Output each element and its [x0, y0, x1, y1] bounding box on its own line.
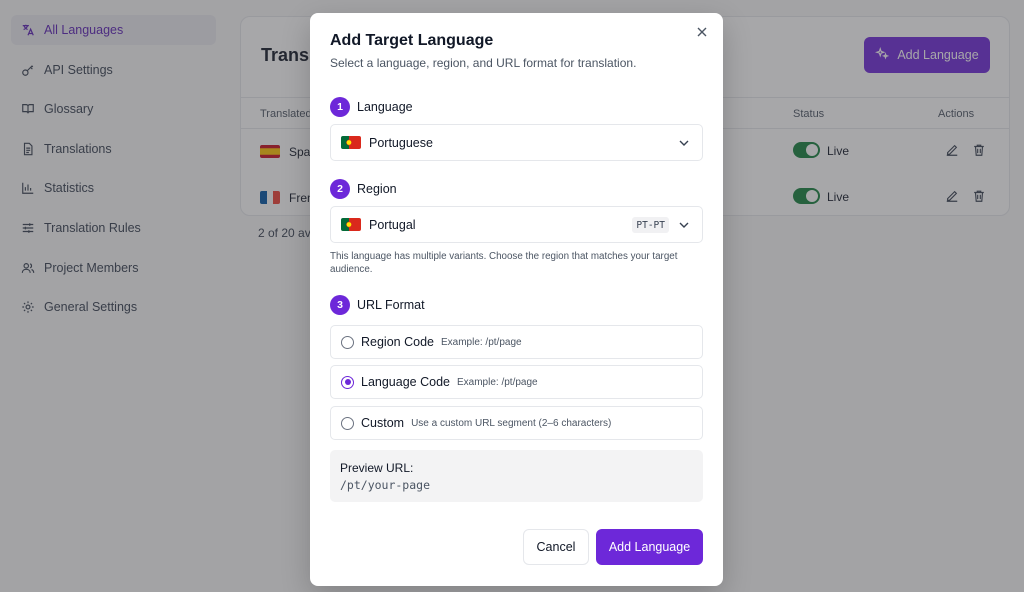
preview-label: Preview URL:	[340, 461, 414, 475]
preview-value: /pt/your-page	[340, 478, 431, 492]
option-label: Custom	[361, 416, 405, 430]
cancel-button[interactable]: Cancel	[523, 529, 589, 565]
language-select[interactable]: Portuguese	[330, 124, 703, 161]
step-url-format: 3 URL Format	[330, 295, 425, 315]
radio-button[interactable]	[341, 335, 354, 349]
option-example: Example: /pt/page	[456, 376, 538, 388]
url-option-region-code[interactable]: Region Code Example: /pt/page	[330, 325, 703, 359]
region-code-badge: PT-PT	[632, 217, 669, 233]
step-language: 1 Language	[330, 97, 413, 117]
preview-url-box: Preview URL: /pt/your-page	[330, 450, 703, 502]
option-example: Use a custom URL segment (2–6 characters…	[411, 417, 612, 429]
step-label: Language	[357, 100, 413, 114]
option-example: Example: /pt/page	[440, 336, 522, 348]
add-language-modal: Add Target Language Select a language, r…	[310, 13, 723, 586]
step-region: 2 Region	[330, 179, 397, 199]
url-option-language-code[interactable]: Language Code Example: /pt/page	[330, 365, 703, 399]
region-value: Portugal	[369, 217, 416, 232]
step-number: 3	[330, 295, 350, 315]
step-number: 2	[330, 179, 350, 199]
chevron-down-icon	[678, 137, 690, 149]
region-select[interactable]: Portugal PT-PT	[330, 206, 703, 243]
modal-subtitle: Select a language, region, and URL forma…	[330, 56, 637, 70]
region-hint: This language has multiple variants. Cho…	[330, 251, 678, 275]
add-language-submit-button[interactable]: Add Language	[596, 529, 703, 565]
url-option-custom[interactable]: Custom Use a custom URL segment (2–6 cha…	[330, 406, 703, 440]
portugal-flag-icon	[341, 136, 361, 149]
close-icon[interactable]	[695, 25, 709, 39]
radio-button-selected[interactable]	[341, 375, 354, 389]
language-value: Portuguese	[369, 135, 433, 150]
step-number: 1	[330, 97, 350, 117]
step-label: Region	[357, 182, 397, 196]
radio-button[interactable]	[341, 416, 354, 430]
modal-title: Add Target Language	[330, 32, 494, 49]
step-label: URL Format	[357, 298, 425, 312]
portugal-flag-icon	[341, 218, 361, 231]
option-label: Language Code	[361, 375, 450, 389]
chevron-down-icon	[678, 219, 690, 231]
option-label: Region Code	[361, 335, 434, 349]
